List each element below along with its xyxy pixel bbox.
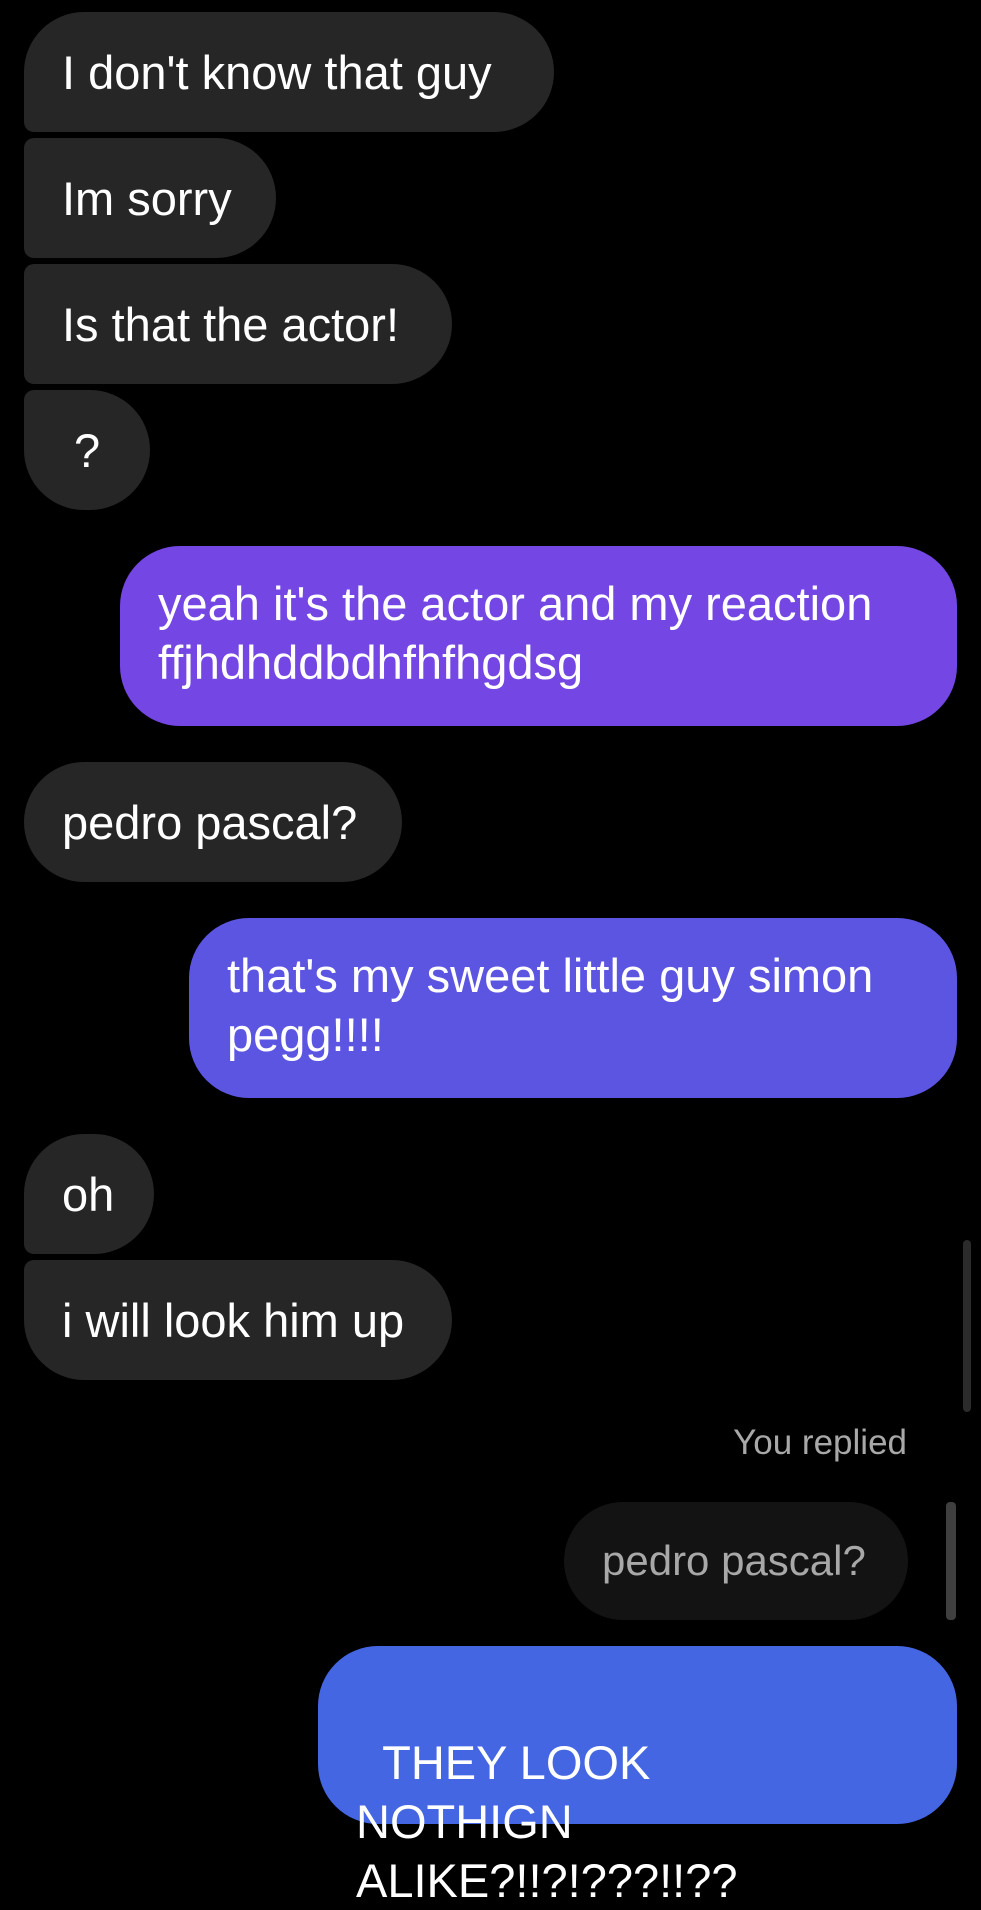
message-text: that's my sweet little guy simon pegg!!!… (227, 949, 874, 1061)
message-text: pedro pascal? (62, 795, 358, 849)
message-bubble-incoming[interactable]: Is that the actor! (24, 264, 452, 384)
scrollbar-thumb[interactable] (963, 1240, 971, 1412)
quoted-message[interactable]: pedro pascal? (564, 1502, 908, 1620)
message-bubble-incoming[interactable]: ? (24, 390, 150, 510)
message-text: ? (74, 423, 101, 477)
message-bubble-outgoing[interactable]: THEY LOOK NOTHIGN ALIKE?!!?!???!!?? (318, 1646, 957, 1907)
chat-screen: { "messages": [ {"text": "I don't know t… (0, 0, 981, 1907)
message-bubble-incoming[interactable]: I don't know that guy (24, 12, 554, 132)
message-text: THEY LOOK NOTHIGN ALIKE?!!?!???!!?? (356, 1736, 738, 1907)
message-bubble-outgoing[interactable]: that's my sweet little guy simon pegg!!!… (189, 918, 957, 1098)
message-text: I don't know that guy (62, 45, 492, 99)
message-bubble-outgoing[interactable]: yeah it's the actor and my reaction ffjh… (120, 546, 957, 726)
message-bubble-incoming[interactable]: pedro pascal? (24, 762, 402, 882)
message-text: oh (62, 1167, 115, 1221)
message-bubble-incoming[interactable]: i will look him up (24, 1260, 452, 1380)
message-text: yeah it's the actor and my reaction ffjh… (158, 577, 873, 689)
message-bubble-incoming[interactable]: Im sorry (24, 138, 276, 258)
message-text: Is that the actor! (62, 297, 400, 351)
reply-label: You replied (733, 1423, 907, 1462)
quoted-message-text: pedro pascal? (602, 1537, 866, 1584)
message-bubble-incoming[interactable]: oh (24, 1134, 154, 1254)
message-text: Im sorry (62, 171, 232, 225)
message-text: i will look him up (62, 1293, 405, 1347)
reply-indicator-bar (946, 1502, 956, 1620)
